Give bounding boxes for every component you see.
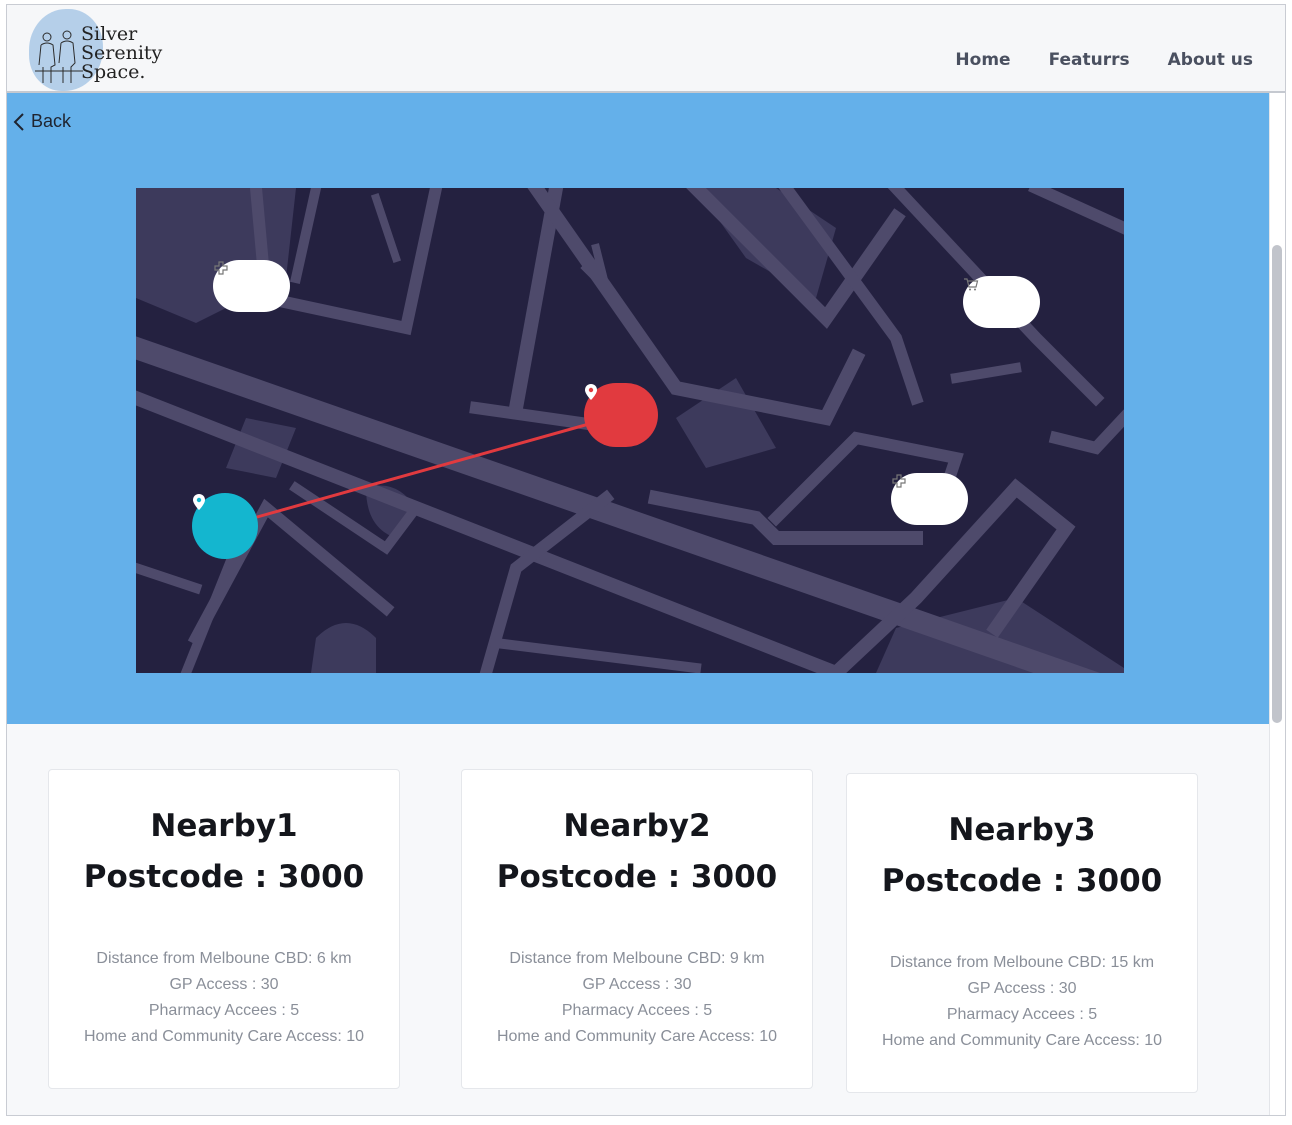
card-pharmacy-access: Pharmacy Accees : 5	[946, 1006, 1098, 1023]
card-title: Nearby3	[948, 812, 1096, 848]
map-view[interactable]	[136, 188, 1124, 673]
card-title: Nearby1	[150, 808, 298, 844]
card-title: Nearby2	[563, 808, 711, 844]
card-pharmacy-access: Pharmacy Accees : 5	[148, 1002, 300, 1019]
card-details: Distance from Melboune CBD: 15 km GP Acc…	[847, 950, 1197, 1054]
nearby-card-3[interactable]: Nearby3 Postcode : 3000 Distance from Me…	[846, 773, 1198, 1093]
card-care-access: Home and Community Care Access: 10	[83, 1028, 365, 1045]
logo-line-3: Space.	[81, 61, 146, 83]
card-details: Distance from Melboune CBD: 6 km GP Acce…	[49, 946, 399, 1050]
card-pharmacy-access: Pharmacy Accees : 5	[561, 1002, 713, 1019]
nav-features[interactable]: Featurrs	[1049, 50, 1130, 70]
map-marker-pharmacy[interactable]	[213, 260, 290, 312]
card-distance: Distance from Melboune CBD: 6 km	[96, 950, 352, 967]
medical-cross-icon	[892, 474, 906, 488]
nearby-card-2[interactable]: Nearby2 Postcode : 3000 Distance from Me…	[461, 769, 813, 1089]
card-postcode: Postcode : 3000	[83, 859, 365, 895]
cart-icon	[964, 278, 979, 291]
back-label: Back	[31, 111, 72, 131]
scrollbar-thumb[interactable]	[1272, 245, 1282, 723]
site-header: Silver Serenity Space. Home Featurrs Abo…	[7, 5, 1285, 93]
nav-about-us[interactable]: About us	[1168, 50, 1253, 70]
nearby-card-1[interactable]: Nearby1 Postcode : 3000 Distance from Me…	[48, 769, 400, 1089]
logo-wordmark: Silver Serenity Space.	[81, 25, 162, 82]
browser-frame: Silver Serenity Space. Home Featurrs Abo…	[6, 4, 1286, 1116]
map-marker-pharmacy-2[interactable]	[891, 473, 968, 525]
main-nav: Home Featurrs About us	[955, 50, 1253, 70]
map-marker-shop[interactable]	[963, 276, 1040, 328]
map-marker-origin[interactable]	[192, 493, 258, 559]
card-postcode: Postcode : 3000	[496, 859, 778, 895]
card-care-access: Home and Community Care Access: 10	[496, 1028, 778, 1045]
card-distance: Distance from Melboune CBD: 9 km	[509, 950, 765, 967]
medical-cross-icon	[214, 261, 228, 275]
map-marker-destination[interactable]	[584, 383, 658, 447]
chevron-left-icon	[13, 112, 24, 131]
card-details: Distance from Melboune CBD: 9 km GP Acce…	[462, 946, 812, 1050]
location-pin-icon	[193, 494, 205, 510]
card-gp-access: GP Access : 30	[582, 976, 692, 993]
card-postcode: Postcode : 3000	[881, 863, 1163, 899]
card-gp-access: GP Access : 30	[169, 976, 279, 993]
site-logo[interactable]: Silver Serenity Space.	[25, 7, 175, 93]
card-gp-access: GP Access : 30	[967, 980, 1077, 997]
back-button[interactable]: Back	[13, 111, 71, 132]
card-care-access: Home and Community Care Access: 10	[881, 1032, 1163, 1049]
nav-home[interactable]: Home	[955, 50, 1010, 70]
location-pin-icon	[585, 384, 597, 400]
card-distance: Distance from Melboune CBD: 15 km	[889, 954, 1155, 971]
map-section: Back	[7, 93, 1269, 724]
